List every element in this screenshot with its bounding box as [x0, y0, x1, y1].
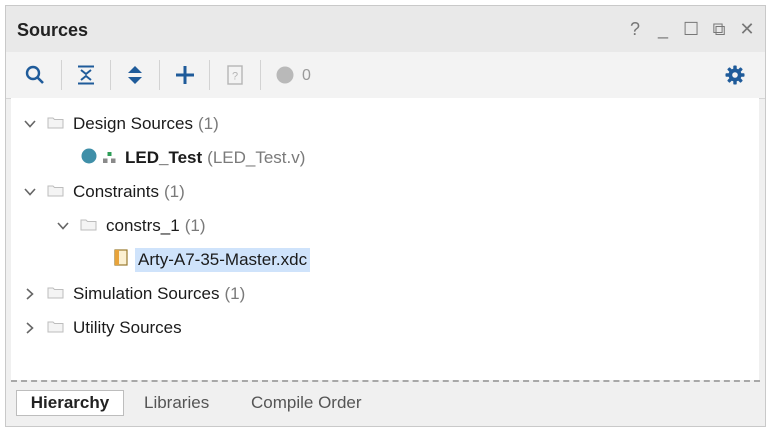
tree-node-count: (1)	[198, 114, 219, 133]
window-controls: ? _ ☐ ⧉ ✕	[627, 20, 755, 38]
maximize-icon[interactable]: ☐	[683, 20, 699, 38]
toolbar-separator	[260, 60, 261, 90]
expand-all-icon[interactable]	[122, 62, 148, 88]
tab-hierarchy[interactable]: Hierarchy	[16, 390, 124, 416]
tree-node-label: Arty-A7-35-Master.xdc	[135, 248, 311, 272]
sources-panel: Sources ? _ ☐ ⧉ ✕ ? 0 Design Sources (1)…	[5, 5, 766, 427]
search-icon[interactable]	[22, 62, 48, 88]
tree-node-label: Constraints	[73, 182, 159, 201]
tab-libraries[interactable]: Libraries	[134, 390, 219, 416]
tree-node-label: Simulation Sources	[73, 284, 220, 303]
tree-node-label: Design Sources	[73, 114, 194, 133]
panel-titlebar: Sources ? _ ☐ ⧉ ✕	[6, 6, 765, 52]
tree-node-simulation-sources[interactable]: Simulation Sources (1)	[23, 280, 245, 308]
minimize-icon[interactable]: _	[655, 20, 671, 38]
tab-compile-order[interactable]: Compile Order	[241, 390, 372, 416]
constraint-file-icon	[114, 249, 128, 271]
tree-node-label: Utility Sources	[73, 318, 182, 337]
svg-text:?: ?	[232, 71, 238, 83]
chevron-right-icon[interactable]	[23, 287, 37, 301]
gear-icon[interactable]	[722, 62, 748, 88]
toolbar-separator	[61, 60, 62, 90]
hierarchy-update-icon[interactable]: ?	[222, 62, 248, 88]
float-icon[interactable]: ⧉	[711, 20, 727, 38]
folder-icon	[47, 318, 64, 338]
status-count: 0	[302, 67, 311, 84]
chevron-down-icon[interactable]	[23, 117, 37, 131]
folder-icon	[47, 284, 64, 304]
toolbar-separator	[159, 60, 160, 90]
collapse-all-icon[interactable]	[73, 62, 99, 88]
toolbar-separator	[110, 60, 111, 90]
status-dot-icon	[272, 62, 298, 88]
tree-node-label: LED_Test	[125, 148, 203, 167]
add-icon[interactable]	[172, 62, 198, 88]
folder-icon	[47, 182, 64, 202]
tree-node-constraints[interactable]: Constraints (1)	[23, 178, 185, 206]
hierarchy-module-icon	[103, 148, 116, 168]
tree-node-count: (1)	[224, 284, 246, 303]
status-dot-icon	[81, 148, 97, 169]
folder-icon	[47, 114, 64, 134]
tree-node-count: (1)	[163, 182, 185, 201]
tree-node-design-sources[interactable]: Design Sources (1)	[23, 110, 219, 138]
tree-node-constrs-1[interactable]: constrs_1 (1)	[56, 212, 205, 240]
panel-footer: Hierarchy Libraries Compile Order	[6, 380, 765, 426]
toolbar-separator	[209, 60, 210, 90]
splitter-handle[interactable]	[11, 380, 760, 382]
source-tree: Design Sources (1) LED_Test (LED_Test.v)	[11, 98, 759, 380]
chevron-down-icon[interactable]	[23, 185, 37, 199]
folder-icon	[80, 216, 97, 236]
chevron-down-icon[interactable]	[56, 219, 70, 233]
tree-node-xdc-file[interactable]: Arty-A7-35-Master.xdc	[114, 246, 311, 274]
help-icon[interactable]: ?	[627, 20, 643, 38]
tree-node-label: constrs_1	[106, 216, 180, 235]
tree-node-file: (LED_Test.v)	[207, 148, 306, 167]
panel-title: Sources	[17, 20, 89, 40]
tree-node-utility-sources[interactable]: Utility Sources	[23, 314, 182, 342]
chevron-right-icon[interactable]	[23, 321, 37, 335]
tree-node-led-test[interactable]: LED_Test (LED_Test.v)	[81, 144, 305, 172]
toolbar: ? 0	[6, 52, 765, 99]
tree-node-count: (1)	[184, 216, 206, 235]
close-icon[interactable]: ✕	[739, 20, 755, 38]
